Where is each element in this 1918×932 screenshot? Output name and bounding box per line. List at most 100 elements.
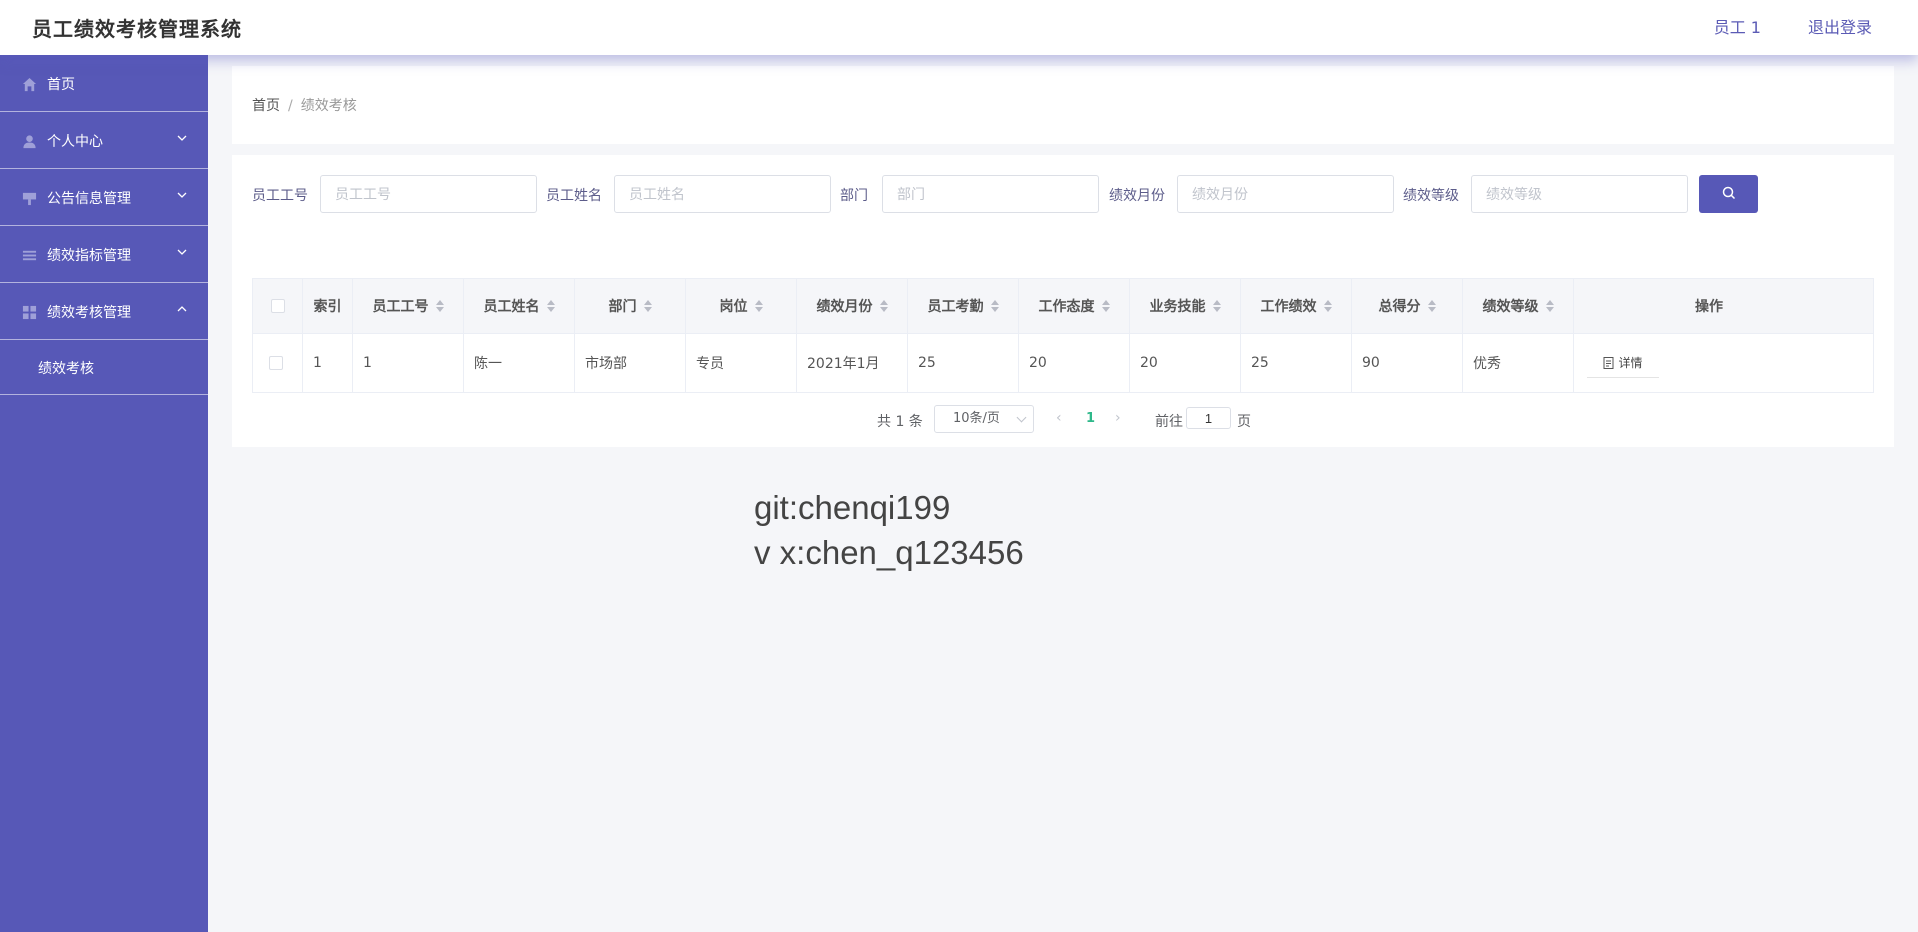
search-icon: [1722, 186, 1735, 199]
header-index: 索引: [303, 279, 353, 333]
row-select: [253, 334, 303, 392]
sidebar-item-label: 绩效考核管理: [47, 305, 131, 321]
watermark-line-1: git:chenqi199: [754, 489, 951, 526]
sort-icon[interactable]: [1545, 299, 1554, 313]
cell-emp-name: 陈一: [464, 334, 575, 392]
main-panel: 员工工号 员工姓名 部门 绩效月份 绩效等级 索引 员工工号 员工姓名 部门 岗…: [232, 155, 1894, 447]
next-page-icon[interactable]: ›: [1115, 410, 1121, 426]
cell-skill: 20: [1130, 334, 1241, 392]
sidebar-subitem-label: 绩效考核: [38, 361, 94, 377]
breadcrumb-panel: 首页 / 绩效考核: [232, 66, 1894, 144]
user-icon: [23, 135, 36, 149]
header-actions: 操作: [1695, 299, 1723, 315]
header-month[interactable]: 绩效月份: [797, 279, 908, 333]
sidebar-item-kpi[interactable]: 绩效指标管理: [0, 226, 208, 283]
home-icon: [22, 77, 37, 92]
search-label-grade: 绩效等级: [1403, 188, 1459, 204]
cell-month: 2021年1月: [797, 334, 908, 392]
detail-button-label: 详情: [1618, 356, 1643, 370]
prev-page-icon[interactable]: ‹: [1056, 410, 1062, 426]
cell-index: 1: [303, 334, 353, 392]
search-label-emp-no: 员工工号: [252, 188, 308, 204]
header-total[interactable]: 总得分: [1352, 279, 1463, 333]
cell-grade: 优秀: [1463, 334, 1574, 392]
chevron-down-icon: [177, 249, 187, 255]
emp-no-input[interactable]: [320, 175, 537, 213]
grade-input[interactable]: [1471, 175, 1688, 213]
detail-button[interactable]: 详情: [1587, 348, 1659, 378]
header-position[interactable]: 岗位: [686, 279, 797, 333]
sort-icon[interactable]: [990, 299, 999, 313]
sidebar-item-label: 个人中心: [47, 134, 103, 150]
cell-position: 专员: [686, 334, 797, 392]
search-label-emp-name: 员工姓名: [546, 188, 602, 204]
header-select-all: [253, 279, 303, 333]
page-size-value: 10条/页: [953, 411, 1000, 426]
header-emp-name[interactable]: 员工姓名: [464, 279, 575, 333]
sidebar-item-notice[interactable]: 公告信息管理: [0, 169, 208, 226]
cell-emp-no: 1: [353, 334, 464, 392]
sort-icon[interactable]: [879, 299, 888, 313]
pagination: 共 1 条 10条/页 ‹ 1 › 前往 页: [232, 405, 1894, 435]
dept-input[interactable]: [882, 175, 1099, 213]
sort-icon[interactable]: [546, 299, 555, 313]
breadcrumb: 首页 / 绩效考核: [252, 95, 357, 115]
chevron-down-icon: [177, 135, 187, 141]
header-attendance[interactable]: 员工考勤: [908, 279, 1019, 333]
sort-icon[interactable]: [643, 299, 652, 313]
sort-icon[interactable]: [1212, 299, 1221, 313]
chevron-up-icon: [177, 306, 187, 312]
page-number-current[interactable]: 1: [1086, 411, 1095, 426]
sidebar-item-label: 绩效指标管理: [47, 248, 131, 264]
sort-icon[interactable]: [1323, 299, 1332, 313]
header-attitude[interactable]: 工作态度: [1019, 279, 1130, 333]
header-emp-no[interactable]: 员工工号: [353, 279, 464, 333]
sort-icon[interactable]: [1101, 299, 1110, 313]
sidebar: 首页 个人中心 公告信息管理 绩效指标管理 绩效考核管理 绩效考核: [0, 55, 208, 932]
watermark-line-2: v x:chen_q123456: [754, 534, 1024, 571]
goto-page-input[interactable]: [1186, 407, 1231, 429]
sidebar-item-label: 公告信息管理: [47, 191, 131, 207]
goto-label: 前往: [1155, 414, 1183, 430]
chevron-down-icon: [177, 192, 187, 198]
watermark-text: git:chenqi199 v x:chen_q123456: [754, 485, 1024, 575]
header-dept[interactable]: 部门: [575, 279, 686, 333]
sidebar-item-appraisal[interactable]: 绩效考核管理: [0, 283, 208, 340]
breadcrumb-home[interactable]: 首页: [252, 98, 280, 114]
list-icon: [22, 250, 37, 261]
cell-performance: 25: [1241, 334, 1352, 392]
table-header: 索引 员工工号 员工姓名 部门 岗位 绩效月份 员工考勤 工作态度 业务技能 工…: [253, 279, 1873, 334]
notice-icon: [22, 192, 37, 206]
current-user-label[interactable]: 员工 1: [1714, 14, 1761, 38]
document-icon: [1603, 356, 1614, 369]
header-skill[interactable]: 业务技能: [1130, 279, 1241, 333]
appraisal-table: 索引 员工工号 员工姓名 部门 岗位 绩效月份 员工考勤 工作态度 业务技能 工…: [252, 278, 1874, 393]
sort-icon[interactable]: [435, 299, 444, 313]
month-input[interactable]: [1177, 175, 1394, 213]
select-all-checkbox[interactable]: [270, 299, 285, 313]
header-grade[interactable]: 绩效等级: [1463, 279, 1574, 333]
app-title: 员工绩效考核管理系统: [32, 17, 242, 41]
sidebar-item-home[interactable]: 首页: [0, 55, 208, 112]
top-bar: 员工绩效考核管理系统 员工 1 退出登录: [0, 0, 1918, 55]
sidebar-subitem-appraisal[interactable]: 绩效考核: [0, 340, 208, 395]
cell-attitude: 20: [1019, 334, 1130, 392]
logout-link[interactable]: 退出登录: [1808, 14, 1872, 38]
cell-actions: 详情: [1574, 334, 1844, 392]
search-label-month: 绩效月份: [1109, 188, 1165, 204]
sidebar-item-label: 首页: [47, 77, 75, 93]
sidebar-item-profile[interactable]: 个人中心: [0, 112, 208, 169]
row-checkbox[interactable]: [269, 356, 283, 370]
table-row: 1 1 陈一 市场部 专员 2021年1月 25 20 20 25 90 优秀 …: [253, 334, 1873, 392]
breadcrumb-separator: /: [288, 98, 293, 114]
emp-name-input[interactable]: [614, 175, 831, 213]
chevron-down-icon: [1016, 412, 1027, 423]
sort-icon[interactable]: [754, 299, 763, 313]
header-performance[interactable]: 工作绩效: [1241, 279, 1352, 333]
page-size-select[interactable]: 10条/页: [934, 405, 1034, 433]
pagination-total: 共 1 条: [877, 414, 923, 430]
goto-page-suffix: 页: [1237, 414, 1251, 430]
cell-attendance: 25: [908, 334, 1019, 392]
search-button[interactable]: [1699, 175, 1758, 213]
sort-icon[interactable]: [1427, 299, 1436, 313]
